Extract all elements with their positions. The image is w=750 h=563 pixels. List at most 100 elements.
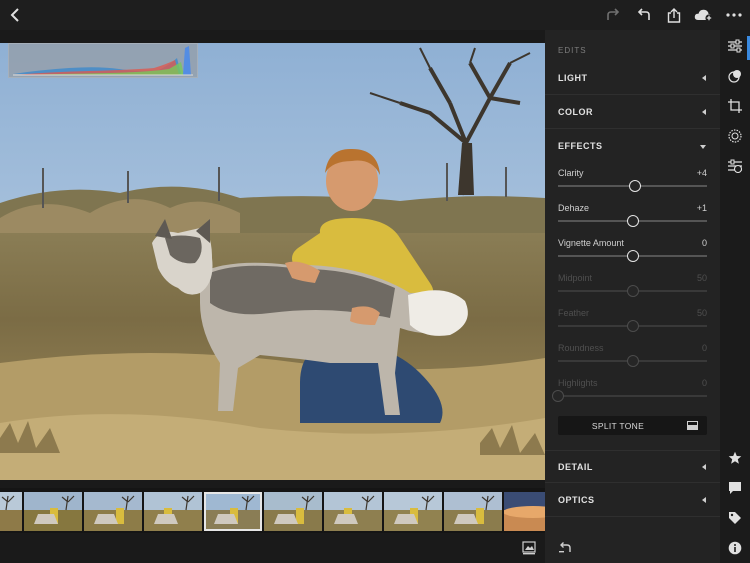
sliders-icon [728,39,742,53]
filmstrip-thumbnail[interactable] [324,492,382,531]
section-detail-title: DETAIL [558,462,593,472]
thumbnail-image [24,492,82,531]
back-button[interactable] [5,5,25,25]
histogram[interactable] [8,43,198,78]
redo-button[interactable] [603,5,623,25]
vignette-amount-handle[interactable] [626,250,639,262]
thumbnail-image [204,492,262,531]
star-icon [728,451,742,464]
undo-button[interactable] [634,5,654,25]
feather-label: Feather [558,308,590,318]
dehaze-slider[interactable]: Dehaze +1 [558,203,707,233]
highlights-handle [552,390,564,402]
filmstrip-thumbnail[interactable] [84,492,142,531]
filmstrip-thumbnail[interactable] [0,492,22,531]
share-button[interactable] [664,5,684,25]
thumbnail-image [264,492,322,531]
split-tone-icon [687,421,698,430]
histogram-graph [13,46,193,76]
thumbnail-image [324,492,382,531]
cloud-sync-button[interactable] [694,5,714,25]
highlights-label: Highlights [558,378,598,388]
roundness-value: 0 [701,343,707,353]
roundness-label: Roundness [558,343,604,353]
keywords-button[interactable] [725,508,745,528]
selective-tool-button[interactable] [725,126,745,146]
thumbnail-image [144,492,202,531]
section-effects-title: EFFECTS [558,141,603,151]
vignette-amount-label: Vignette Amount [558,238,624,248]
undo-arrow-icon [559,542,571,553]
filmstrip-toggle-button[interactable] [522,541,536,555]
edit-panel: EDITS LIGHT COLOR EFFECTS Clarity +4 Deh… [545,30,720,563]
more-icon [726,13,742,17]
roundness-handle [626,355,639,367]
section-detail[interactable]: DETAIL [545,450,720,483]
split-tone-button[interactable]: SPLIT TONE [558,416,707,435]
selective-icon [728,129,742,143]
roundness-slider: Roundness 0 [558,343,707,373]
clarity-handle[interactable] [629,180,642,192]
section-color-title: COLOR [558,107,593,117]
caret-left-icon [702,75,706,81]
tag-icon [729,512,741,524]
presets-icon [728,70,741,83]
comment-icon [729,482,741,494]
filmstrip-thumbnail[interactable] [204,492,262,531]
feather-value: 50 [696,308,707,318]
info-button[interactable] [725,538,745,558]
presets-tool-button[interactable] [725,66,745,86]
vignette-amount-value: 0 [701,238,707,248]
feather-handle [626,320,639,332]
more-button[interactable] [724,5,744,25]
midpoint-value: 50 [696,273,707,283]
thumbnail-image [444,492,502,531]
undo-icon [637,8,650,20]
image-tray-icon [522,541,536,555]
chevron-left-icon [10,8,19,22]
edits-label: EDITS [558,46,587,55]
caret-left-icon [702,464,706,470]
filmstrip-thumbnail[interactable] [384,492,442,531]
split-tone-label: SPLIT TONE [591,421,645,431]
clarity-value: +4 [696,168,707,178]
feather-slider: Feather 50 [558,308,707,338]
thumbnail-image [384,492,442,531]
bottom-bar [0,533,545,563]
tool-strip [720,30,750,563]
section-color[interactable]: COLOR [545,96,720,129]
midpoint-handle [626,285,639,297]
info-icon [728,541,742,555]
share-icon [667,7,681,23]
section-optics[interactable]: OPTICS [545,484,720,517]
section-light[interactable]: LIGHT [545,62,720,95]
top-bar [0,0,750,30]
comments-button[interactable] [725,478,745,498]
rating-button[interactable] [725,448,745,468]
midpoint-slider: Midpoint 50 [558,273,707,303]
dehaze-handle[interactable] [627,215,640,227]
caret-left-icon [702,109,706,115]
filmstrip [0,488,562,533]
dehaze-value: +1 [696,203,707,213]
clarity-slider[interactable]: Clarity +4 [558,168,707,198]
thumbnail-image [84,492,142,531]
edit-tool-button[interactable] [725,36,745,56]
vignette-amount-slider[interactable]: Vignette Amount 0 [558,238,707,268]
highlights-value: 0 [701,378,707,388]
healing-tool-button[interactable] [725,156,745,176]
photo-canvas[interactable] [0,43,545,480]
highlights-track [558,395,707,397]
caret-down-icon [700,145,706,149]
crop-tool-button[interactable] [725,96,745,116]
filmstrip-thumbnail[interactable] [264,492,322,531]
cloud-add-icon [694,9,713,22]
filmstrip-thumbnail[interactable] [444,492,502,531]
filmstrip-thumbnail[interactable] [144,492,202,531]
section-effects[interactable]: EFFECTS [545,130,720,163]
highlights-slider: Highlights 0 [552,378,707,408]
redo-icon [607,8,620,20]
section-optics-title: OPTICS [558,495,595,505]
filmstrip-thumbnail[interactable] [24,492,82,531]
reset-button[interactable] [558,540,572,554]
